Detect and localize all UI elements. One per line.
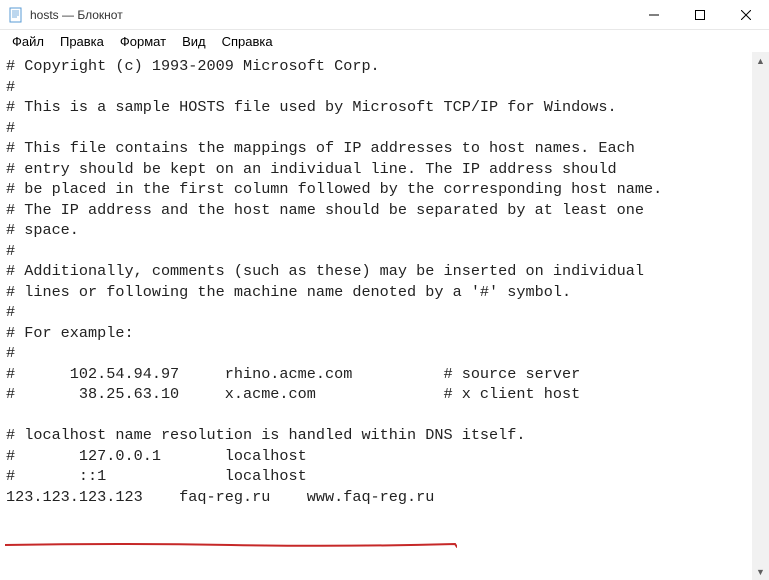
titlebar: hosts — Блокнот bbox=[0, 0, 769, 30]
menubar: Файл Правка Формат Вид Справка bbox=[0, 30, 769, 52]
scroll-track[interactable] bbox=[752, 69, 769, 563]
window-title: hosts — Блокнот bbox=[30, 8, 631, 22]
window-controls bbox=[631, 0, 769, 29]
scroll-down-button[interactable]: ▼ bbox=[752, 563, 769, 580]
maximize-button[interactable] bbox=[677, 0, 723, 29]
menu-format[interactable]: Формат bbox=[112, 32, 174, 51]
scroll-up-button[interactable]: ▲ bbox=[752, 52, 769, 69]
notepad-icon bbox=[8, 7, 24, 23]
minimize-button[interactable] bbox=[631, 0, 677, 29]
close-button[interactable] bbox=[723, 0, 769, 29]
editor-wrap: # Copyright (c) 1993-2009 Microsoft Corp… bbox=[0, 52, 769, 580]
menu-file[interactable]: Файл bbox=[4, 32, 52, 51]
vertical-scrollbar[interactable]: ▲ ▼ bbox=[752, 52, 769, 580]
menu-view[interactable]: Вид bbox=[174, 32, 214, 51]
menu-edit[interactable]: Правка bbox=[52, 32, 112, 51]
text-editor[interactable]: # Copyright (c) 1993-2009 Microsoft Corp… bbox=[0, 52, 752, 580]
menu-help[interactable]: Справка bbox=[214, 32, 281, 51]
